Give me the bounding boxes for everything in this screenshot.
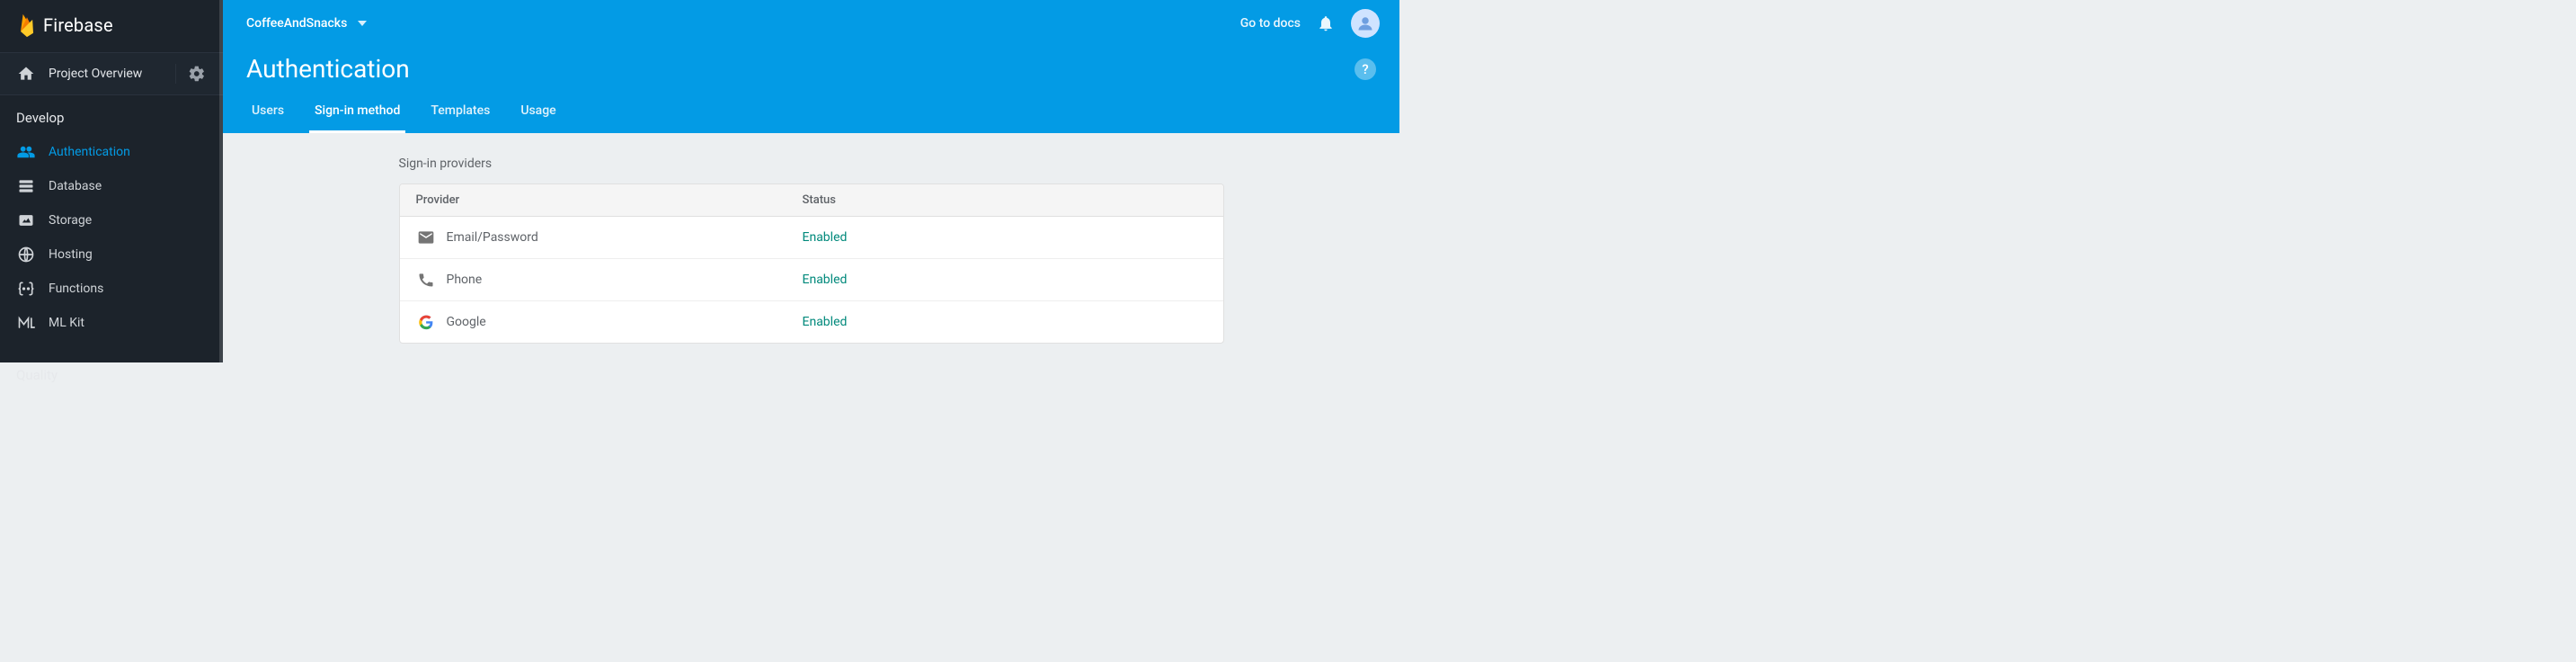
provider-status: Enabled [803, 273, 848, 287]
database-icon [16, 176, 36, 196]
project-name: CoffeeAndSnacks [246, 16, 347, 31]
user-avatar[interactable] [1351, 9, 1380, 38]
col-status: Status [803, 193, 1207, 207]
tabs: Users Sign-in method Templates Usage [223, 91, 1399, 133]
sidebar-item-functions[interactable]: Functions [0, 272, 223, 306]
sidebar-item-label: Authentication [49, 145, 130, 159]
home-icon [16, 64, 36, 84]
brand-text: Firebase [43, 14, 113, 36]
section-develop-title: Develop [0, 95, 223, 135]
sidebar-item-mlkit[interactable]: ML Kit [0, 306, 223, 340]
sidebar-item-authentication[interactable]: Authentication [0, 135, 223, 169]
sidebar-item-label: Storage [49, 213, 92, 228]
functions-icon [16, 279, 36, 299]
provider-name: Phone [447, 273, 483, 287]
email-icon [416, 228, 436, 247]
app-root: Firebase Project Overview Develop Au [0, 0, 1399, 362]
project-overview-row: Project Overview [0, 52, 223, 95]
sidebar-item-storage[interactable]: Storage [0, 203, 223, 237]
hosting-icon [16, 245, 36, 264]
sidebar-item-hosting[interactable]: Hosting [0, 237, 223, 272]
providers-card: Provider Status Email/Password Enabled [399, 183, 1224, 344]
provider-row-phone[interactable]: Phone Enabled [400, 259, 1223, 301]
section-label: Sign-in providers [399, 157, 1224, 171]
firebase-flame-icon [16, 13, 38, 38]
page-title: Authentication [246, 54, 410, 84]
sidebar: Firebase Project Overview Develop Au [0, 0, 223, 362]
chevron-down-icon [358, 21, 367, 26]
sidebar-scroll-indicator[interactable] [219, 0, 223, 362]
sidebar-develop-list: Authentication Database Storage Hosting [0, 135, 223, 340]
mlkit-icon [16, 313, 36, 333]
sidebar-item-database[interactable]: Database [0, 169, 223, 203]
firebase-logo[interactable]: Firebase [0, 0, 223, 52]
tab-usage[interactable]: Usage [515, 91, 561, 133]
provider-name: Google [447, 315, 486, 329]
people-icon [16, 142, 36, 162]
topbar-row: CoffeeAndSnacks Go to docs [223, 0, 1399, 38]
provider-status: Enabled [803, 315, 848, 329]
main-area: CoffeeAndSnacks Go to docs Authe [223, 0, 1399, 362]
col-provider: Provider [416, 193, 803, 207]
section-quality-title: Quality [0, 353, 223, 392]
provider-row-google[interactable]: Google Enabled [400, 301, 1223, 343]
project-overview-link[interactable]: Project Overview [16, 64, 142, 84]
project-overview-label: Project Overview [49, 67, 142, 81]
help-icon[interactable]: ? [1355, 58, 1376, 80]
topbar: CoffeeAndSnacks Go to docs Authe [223, 0, 1399, 133]
settings-gear-icon[interactable] [187, 64, 207, 84]
phone-icon [416, 270, 436, 290]
sidebar-item-label: Functions [49, 282, 103, 296]
content-inner: Sign-in providers Provider Status Email/… [399, 157, 1224, 362]
providers-header: Provider Status [400, 184, 1223, 217]
topbar-actions: Go to docs [1240, 9, 1380, 38]
tab-signin-method[interactable]: Sign-in method [309, 91, 405, 133]
sidebar-item-label: ML Kit [49, 316, 84, 330]
sidebar-item-label: Hosting [49, 247, 93, 262]
sidebar-item-label: Database [49, 179, 102, 193]
content: Sign-in providers Provider Status Email/… [223, 133, 1399, 362]
provider-name: Email/Password [447, 230, 538, 245]
notifications-bell-icon[interactable] [1317, 14, 1335, 32]
provider-row-email[interactable]: Email/Password Enabled [400, 217, 1223, 259]
project-selector[interactable]: CoffeeAndSnacks [246, 16, 367, 31]
page-title-row: Authentication ? [223, 38, 1399, 91]
provider-status: Enabled [803, 230, 848, 245]
google-icon [416, 312, 436, 332]
tab-users[interactable]: Users [246, 91, 289, 133]
go-to-docs-link[interactable]: Go to docs [1240, 16, 1301, 31]
storage-icon [16, 210, 36, 230]
tab-templates[interactable]: Templates [425, 91, 495, 133]
